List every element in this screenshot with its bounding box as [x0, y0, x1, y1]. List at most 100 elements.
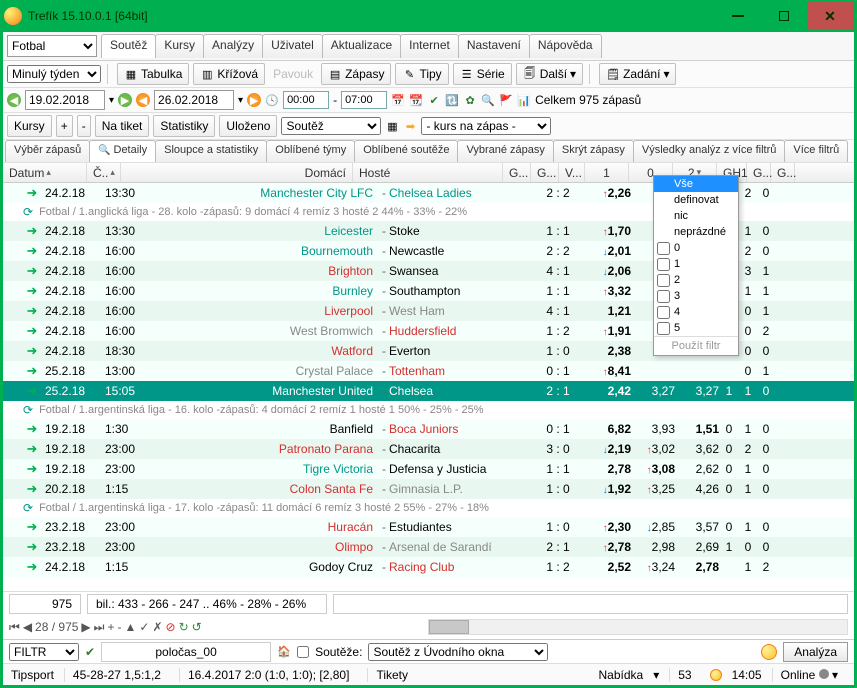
table-row[interactable]: ➜23.2.1823:00Olimpo-Arsenal de Sarandí2 … [3, 537, 854, 557]
go-icon[interactable]: ➜ [21, 383, 43, 399]
home-icon[interactable]: 🏠 [277, 645, 291, 659]
filter-opt-check[interactable]: 0 [654, 240, 738, 256]
main-tab-aktualizace[interactable]: Aktualizace [322, 34, 401, 58]
filter-tab-6[interactable]: Skrýt zápasy [553, 140, 634, 162]
column-filter-dropdown[interactable]: Všedefinovatnicneprázdné012345Použít fil… [653, 175, 739, 356]
go-icon[interactable]: ➜ [21, 185, 43, 201]
sun-icon[interactable] [761, 644, 777, 660]
go-icon[interactable]: ➜ [21, 263, 43, 279]
sport-select[interactable]: Fotbal [7, 35, 97, 57]
filtr-select[interactable]: FILTR [9, 643, 79, 661]
go-icon[interactable]: ➜ [21, 421, 43, 437]
go-icon[interactable]: ➜ [21, 441, 43, 457]
filter-tab-0[interactable]: Výběr zápasů [5, 140, 90, 162]
analyza-button[interactable]: Analýza [783, 642, 848, 662]
filter-opt-check[interactable]: 1 [654, 256, 738, 272]
soutez-select[interactable]: Soutěž [281, 117, 381, 135]
cal2-icon[interactable]: 📆 [409, 93, 423, 107]
time-from-input[interactable] [283, 91, 329, 109]
go-icon[interactable]: ➜ [21, 363, 43, 379]
go-icon[interactable]: ➜ [21, 559, 43, 575]
filter-tab-5[interactable]: Vybrané zápasy [457, 140, 553, 162]
record-nav[interactable]: ⏮◀ 28 / 975 ▶⏭ +-▲✓✗ ⊘ ↻ ↺ [9, 620, 202, 635]
table-row[interactable]: ➜20.2.181:15Colon Santa Fe-Gimnasia L.P.… [3, 479, 854, 499]
main-tab-nastavení[interactable]: Nastavení [458, 34, 530, 58]
filter-opt[interactable]: nic [654, 208, 738, 224]
main-tab-kursy[interactable]: Kursy [155, 34, 204, 58]
table-row[interactable]: ➜24.2.181:15Godoy Cruz-Racing Club1 : 22… [3, 557, 854, 577]
gear-icon[interactable]: ✿ [463, 93, 477, 107]
go-icon[interactable]: ➜ [21, 243, 43, 259]
go-icon[interactable]: ➜ [21, 283, 43, 299]
next-to-icon[interactable]: ▶ [247, 93, 261, 107]
apply-filter-icon[interactable]: ✔ [85, 645, 95, 659]
go-icon[interactable]: ➜ [21, 303, 43, 319]
apply-filter-button[interactable]: Použít filtr [654, 336, 738, 355]
clock-icon[interactable]: 🕓 [265, 93, 279, 107]
calendar-icon[interactable]: 📅 [391, 93, 405, 107]
filter-tab-7[interactable]: Výsledky analýz z více filtrů [633, 140, 786, 162]
filter-opt[interactable]: neprázdné [654, 224, 738, 240]
check-icon[interactable]: ✔ [427, 93, 441, 107]
close-button[interactable]: ✕ [807, 2, 853, 30]
table-row[interactable]: ➜25.2.1815:05Manchester United-Chelsea2 … [3, 381, 854, 401]
filter-tab-1[interactable]: 🔍 Detaily [89, 140, 156, 162]
krizova-button[interactable]: ▥Křížová [193, 63, 265, 85]
refresh-icon[interactable]: 🔃 [445, 93, 459, 107]
filter-opt-check[interactable]: 3 [654, 288, 738, 304]
main-tab-internet[interactable]: Internet [400, 34, 459, 58]
go-icon[interactable]: ➜ [21, 223, 43, 239]
minus-button[interactable]: - [77, 115, 91, 137]
prev-from-icon[interactable]: ◀ [7, 93, 21, 107]
main-tab-nápověda[interactable]: Nápověda [529, 34, 602, 58]
ulozeno-button[interactable]: Uloženo [219, 115, 277, 137]
table-row[interactable]: ➜23.2.1823:00Huracán-Estudiantes1 : 02,3… [3, 517, 854, 537]
filter-tab-2[interactable]: Sloupce a statistiky [155, 140, 267, 162]
main-tab-uživatel[interactable]: Uživatel [262, 34, 323, 58]
filter-opt[interactable]: Vše [654, 176, 738, 192]
filter-tab-8[interactable]: Více filtrů [784, 140, 848, 162]
go-icon[interactable]: ➜ [21, 481, 43, 497]
maximize-button[interactable] [761, 2, 807, 30]
hscroll[interactable] [428, 619, 848, 635]
go-icon[interactable]: ➜ [21, 343, 43, 359]
polocas-box[interactable]: poločas_00 [101, 642, 271, 662]
zadani-button[interactable]: 🗒Zadání ▾ [599, 63, 676, 85]
time-to-input[interactable] [341, 91, 387, 109]
filter-opt[interactable]: definovat [654, 192, 738, 208]
date-from-input[interactable] [25, 90, 105, 110]
serie-button[interactable]: ☰Série [453, 63, 512, 85]
minimize-button[interactable] [715, 2, 761, 30]
go-icon[interactable]: ➜ [21, 461, 43, 477]
statistiky-button[interactable]: Statistiky [153, 115, 215, 137]
date-to-input[interactable] [154, 90, 234, 110]
export-icon[interactable]: ➡ [403, 119, 417, 133]
kursy-button[interactable]: Kursy [7, 115, 52, 137]
go-icon[interactable]: ➜ [21, 323, 43, 339]
go-icon[interactable]: ➜ [21, 519, 43, 535]
kurs-select[interactable]: - kurs na zápas - [421, 117, 551, 135]
next-from-icon[interactable]: ▶ [118, 93, 132, 107]
main-tab-soutěž[interactable]: Soutěž [101, 34, 156, 58]
table-row[interactable]: ➜19.2.1823:00Patronato Parana-Chacarita3… [3, 439, 854, 459]
dalsi-button[interactable]: 🗐Další ▾ [516, 63, 583, 85]
table-row[interactable]: ➜25.2.1813:00Crystal Palace-Tottenham0 :… [3, 361, 854, 381]
group-header[interactable]: ⟳Fotbal / 1.argentinská liga - 17. kolo … [3, 499, 854, 517]
glass-icon[interactable]: 🔍 [481, 93, 495, 107]
grid-icon[interactable]: ▦ [385, 119, 399, 133]
tipy-button[interactable]: ✎Tipy [395, 63, 448, 85]
zapasy-button[interactable]: ▤Zápasy [321, 63, 391, 85]
filter-opt-check[interactable]: 5 [654, 320, 738, 336]
period-select[interactable]: Minulý týden [7, 65, 101, 83]
filter-opt-check[interactable]: 2 [654, 272, 738, 288]
plus-button[interactable]: + [56, 115, 73, 137]
table-row[interactable]: ➜19.2.181:30Banfield-Boca Juniors0 : 16,… [3, 419, 854, 439]
flag-icon[interactable]: 🚩 [499, 93, 513, 107]
natiket-button[interactable]: Na tiket [95, 115, 150, 137]
filter-tab-4[interactable]: Oblíbené soutěže [354, 140, 458, 162]
tabulka-button[interactable]: ▦Tabulka [117, 63, 189, 85]
go-icon[interactable]: ➜ [21, 539, 43, 555]
group-header[interactable]: ⟳Fotbal / 1.argentinská liga - 16. kolo … [3, 401, 854, 419]
main-tab-analýzy[interactable]: Analýzy [203, 34, 263, 58]
filter-tab-3[interactable]: Oblíbené týmy [266, 140, 355, 162]
